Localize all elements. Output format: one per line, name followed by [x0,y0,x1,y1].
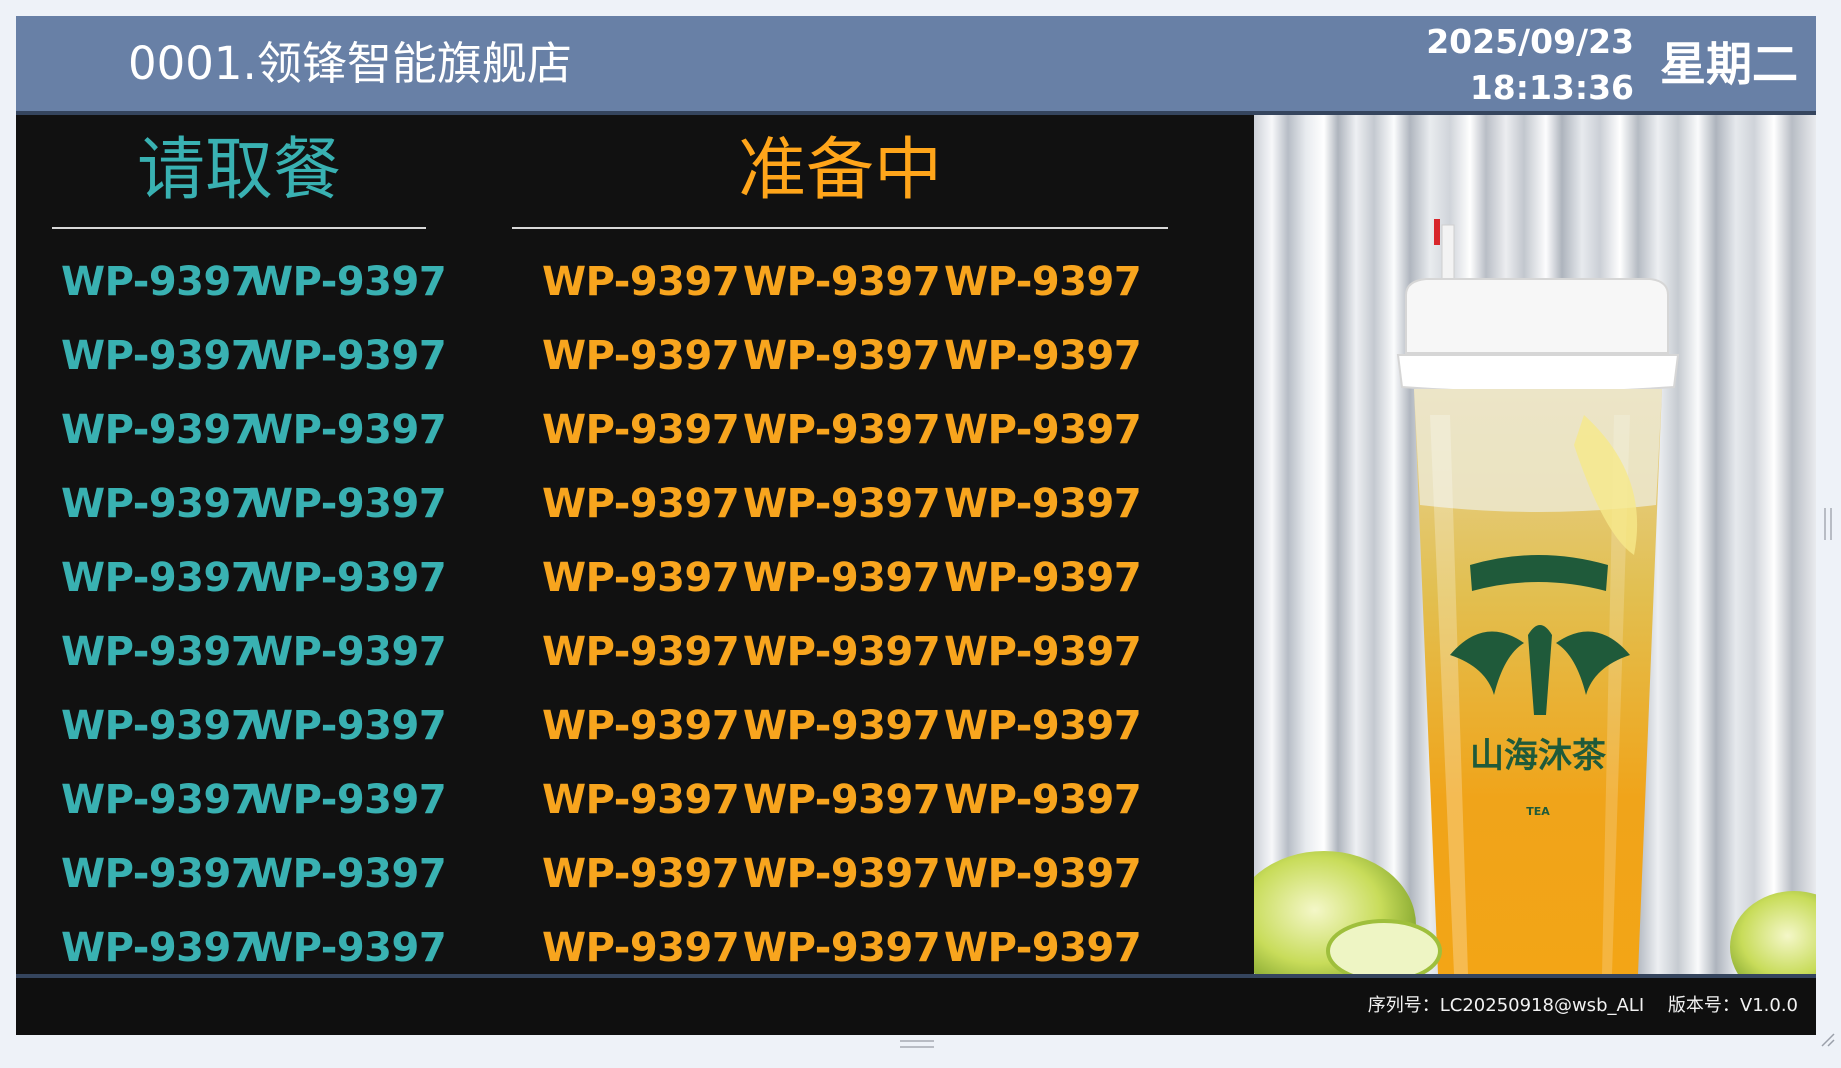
preparing-order-number: WP-9397 [944,481,1142,527]
current-date: 2025/09/23 [1426,22,1634,61]
preparing-order-number: WP-9397 [944,851,1142,897]
ready-order-number: WP-9397 [249,333,447,379]
ready-order-number: WP-9397 [249,259,447,305]
footer-bar: 序列号：LC20250918@wsb_ALI 版本号：V1.0.0 [16,978,1816,1035]
ready-title-rule [52,227,426,229]
preparing-order-number: WP-9397 [944,555,1142,601]
ready-order-number: WP-9397 [61,407,259,453]
tea-cup-illustration: 山海沐茶 TEA [1254,219,1816,974]
preparing-order-number: WP-9397 [944,629,1142,675]
preparing-order-number: WP-9397 [542,555,740,601]
ready-order-number: WP-9397 [61,333,259,379]
preparing-order-number: WP-9397 [743,407,941,453]
preparing-order-number: WP-9397 [944,407,1142,453]
serial-number: 序列号：LC20250918@wsb_ALI [1367,995,1645,1016]
preparing-order-number: WP-9397 [743,777,941,823]
ready-order-number: WP-9397 [61,777,259,823]
preparing-order-number: WP-9397 [542,777,740,823]
drag-handle-icon[interactable] [900,1040,934,1048]
ready-order-number: WP-9397 [61,555,259,601]
store-name: 0001.领锋智能旗舰店 [128,37,572,90]
preparing-order-number: WP-9397 [542,259,740,305]
ready-order-number: WP-9397 [61,259,259,305]
preparing-order-number: WP-9397 [542,407,740,453]
ready-order-number: WP-9397 [249,851,447,897]
preparing-order-number: WP-9397 [542,481,740,527]
straw-tip-icon [1434,219,1440,245]
preparing-orders-grid: WP-9397 WP-9397 WP-9397 WP-9397 WP-9397 WP-93… [542,245,1145,985]
preparing-order-number: WP-9397 [743,481,941,527]
ready-order-number: WP-9397 [249,407,447,453]
ready-title: 请取餐 [136,131,341,210]
preparing-title: 准备中 [737,131,942,210]
version-number: 版本号：V1.0.0 [1667,995,1798,1016]
preparing-order-number: WP-9397 [743,629,941,675]
ready-order-number: WP-9397 [61,629,259,675]
preparing-order-number: WP-9397 [743,333,941,379]
ready-order-number: WP-9397 [61,703,259,749]
resize-grip-icon[interactable] [1818,1030,1836,1048]
ready-order-number: WP-9397 [249,555,447,601]
preparing-order-number: WP-9397 [542,333,740,379]
order-board: 请取餐 WP-9397 WP-9397 WP-9397 WP-9397 WP-9397 W… [16,115,1254,974]
preparing-order-number: WP-9397 [743,851,941,897]
promo-image: 山海沐茶 TEA [1254,115,1816,974]
preparing-order-number: WP-9397 [944,703,1142,749]
preparing-order-number: WP-9397 [944,777,1142,823]
device-info: 序列号：LC20250918@wsb_ALI 版本号：V1.0.0 [1350,978,1798,1034]
brand-name: 山海沐茶 [1470,736,1607,776]
ready-order-number: WP-9397 [61,851,259,897]
ready-order-number: WP-9397 [249,703,447,749]
brand-sub: TEA [1526,805,1550,818]
ready-order-number: WP-9397 [61,481,259,527]
preparing-title-rule [512,227,1168,229]
preparing-order-number: WP-9397 [542,629,740,675]
preparing-order-number: WP-9397 [743,555,941,601]
ready-order-number: WP-9397 [249,629,447,675]
queue-display-screen: 0001.领锋智能旗舰店 2025/09/23 18:13:36 星期二 请取餐… [16,16,1816,1035]
preparing-order-number: WP-9397 [542,703,740,749]
preparing-order-number: WP-9397 [944,259,1142,305]
preparing-order-number: WP-9397 [743,703,941,749]
current-weekday: 星期二 [1660,37,1798,91]
current-time: 18:13:36 [1469,68,1634,107]
ready-order-number: WP-9397 [249,481,447,527]
preparing-order-number: WP-9397 [542,851,740,897]
drag-handle-icon[interactable] [1824,508,1832,540]
preparing-order-number: WP-9397 [743,259,941,305]
preparing-order-number: WP-9397 [944,333,1142,379]
ready-order-number: WP-9397 [249,777,447,823]
header-bar: 0001.领锋智能旗舰店 2025/09/23 18:13:36 星期二 [16,16,1816,111]
ready-orders-grid: WP-9397 WP-9397 WP-9397 WP-9397 WP-9397 WP-93… [61,245,447,985]
